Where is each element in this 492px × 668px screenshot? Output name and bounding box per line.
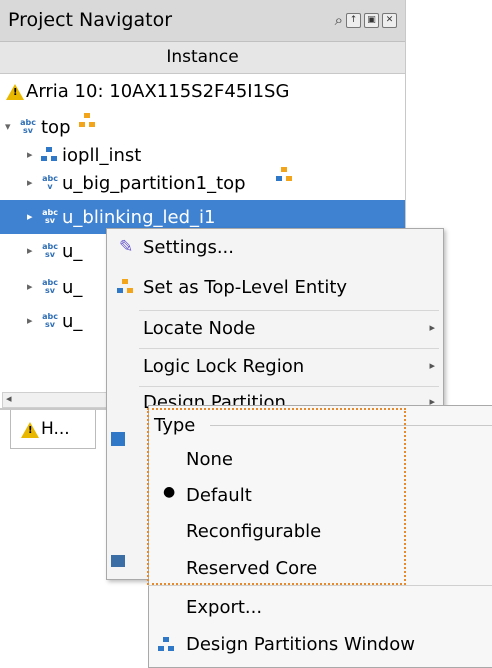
collapsed-caret-icon[interactable]: ▸: [27, 148, 33, 161]
collapsed-caret-icon[interactable]: ▸: [27, 314, 33, 327]
scroll-left-arrow-icon[interactable]: ◂: [6, 392, 12, 405]
collapsed-caret-icon[interactable]: ▸: [27, 210, 33, 223]
tab-hierarchy[interactable]: H...: [10, 410, 96, 449]
warning-icon: [6, 84, 24, 100]
tree-label-u-5: u_: [62, 277, 83, 298]
tree-label-iopll: iopll_inst: [62, 145, 142, 166]
tree-label-big-partition: u_big_partition1_top: [62, 173, 246, 194]
menu-item-locate-node-label: Locate Node: [143, 318, 256, 339]
menu-item-settings-label: Settings...: [143, 237, 234, 258]
tree-label-top: top: [41, 117, 71, 138]
design-partitions-window-icon: [158, 637, 174, 653]
type-options-highlight: [147, 408, 406, 585]
titlebar-controls: ⌕ ↑ ▣ ✕: [335, 13, 397, 28]
submenu-arrow-icon: ▸: [429, 359, 435, 372]
float-icon[interactable]: ▣: [364, 13, 379, 28]
tree-row-big-partition[interactable]: ▸ abc v u_big_partition1_top: [0, 166, 405, 202]
expanded-caret-icon[interactable]: ▾: [5, 120, 11, 133]
submenu-separator: [148, 585, 492, 586]
partition-hierarchy-icon: [276, 167, 292, 183]
systemverilog-file-icon: abc sv: [42, 312, 58, 329]
tree-label-u-6: u_: [62, 311, 83, 332]
ip-core-icon: [41, 147, 57, 163]
systemverilog-file-icon: abc sv: [42, 242, 58, 259]
instance-column-label: Instance: [166, 47, 239, 67]
panel-titlebar: Project Navigator ⌕ ↑ ▣ ✕: [0, 0, 405, 42]
menu-item-locate-node[interactable]: Locate Node ▸: [107, 310, 443, 348]
device-label: Arria 10: 10AX115S2F45I1SG: [26, 81, 290, 102]
menu-item-logic-lock-region[interactable]: Logic Lock Region ▸: [107, 348, 443, 386]
warning-icon: [21, 422, 39, 438]
instance-column-header[interactable]: Instance: [0, 42, 405, 74]
menu-item-export[interactable]: Export...: [186, 597, 262, 618]
device-row[interactable]: Arria 10: 10AX115S2F45I1SG: [0, 74, 405, 110]
pencil-icon: ✎: [119, 237, 134, 257]
panel-title: Project Navigator: [8, 9, 173, 31]
menu-item-settings[interactable]: ✎ Settings...: [107, 229, 443, 267]
systemverilog-file-icon: abc sv: [20, 118, 36, 135]
search-icon[interactable]: ⌕: [335, 13, 343, 28]
systemverilog-file-icon: abc sv: [42, 278, 58, 295]
submenu-arrow-icon: ▸: [429, 321, 435, 334]
tab-hierarchy-label: H...: [41, 419, 70, 439]
collapsed-caret-icon[interactable]: ▸: [27, 280, 33, 293]
pin-icon[interactable]: ↑: [346, 13, 361, 28]
menu-item-set-top-level-label: Set as Top-Level Entity: [143, 277, 348, 298]
tree-label-u-4: u_: [62, 241, 83, 262]
close-icon[interactable]: ✕: [382, 13, 397, 28]
systemverilog-file-icon: abc sv: [42, 208, 58, 225]
copy-icon: [111, 432, 125, 446]
menu-item-design-partitions-window[interactable]: Design Partitions Window: [186, 634, 415, 655]
menu-item-logic-lock-label: Logic Lock Region: [143, 356, 305, 377]
collapsed-caret-icon[interactable]: ▸: [27, 176, 33, 189]
properties-icon: [111, 555, 125, 567]
verilog-file-icon: abc v: [42, 174, 58, 191]
menu-item-set-top-level[interactable]: Set as Top-Level Entity: [107, 269, 443, 307]
top-level-entity-icon: [117, 279, 133, 295]
top-level-hierarchy-icon: [79, 113, 95, 129]
collapsed-caret-icon[interactable]: ▸: [27, 244, 33, 257]
tree-label-blinking-led: u_blinking_led_i1: [62, 207, 216, 228]
